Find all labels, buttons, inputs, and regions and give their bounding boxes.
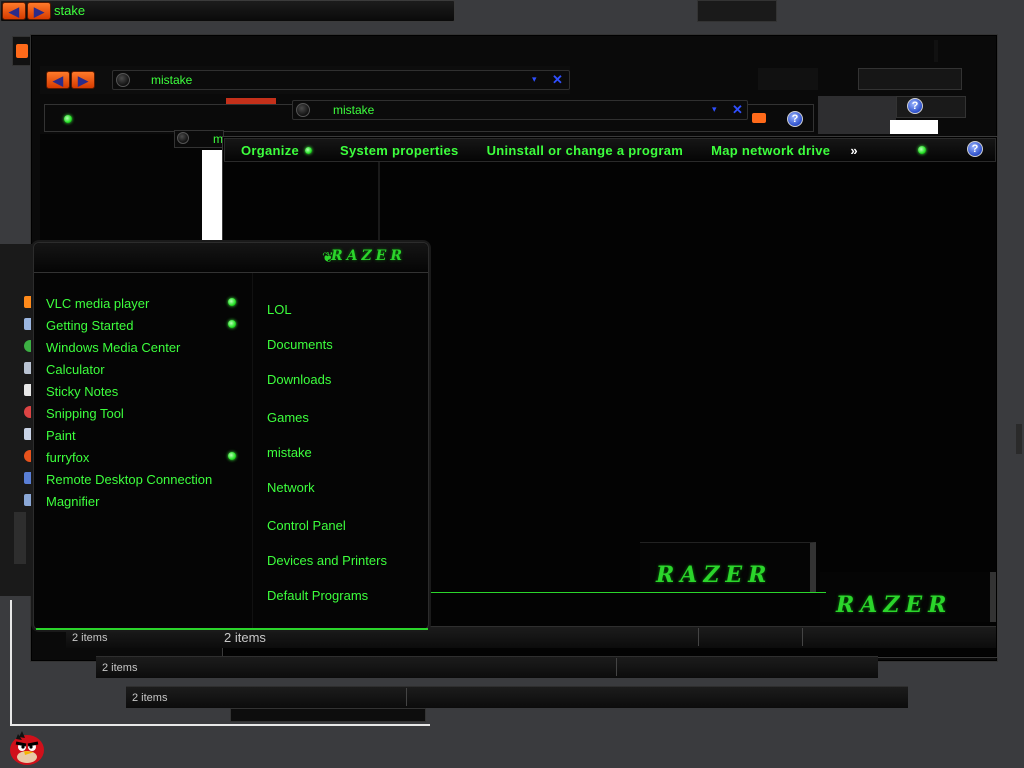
jumplist-arrow-icon[interactable] xyxy=(228,298,236,306)
organize-button[interactable]: Organize xyxy=(241,143,299,158)
razer-logo-2: RAZER xyxy=(836,592,953,618)
item-count: 2 items xyxy=(132,692,168,704)
address-orb-icon xyxy=(177,132,189,144)
status-bar-front-sep2 xyxy=(802,628,803,646)
forward-icon[interactable]: ▶ xyxy=(71,71,95,89)
back-window-title: stake xyxy=(54,3,86,18)
place-lol[interactable]: LOL xyxy=(267,302,292,317)
status-bar-middle-sep xyxy=(616,658,617,676)
program-magnifier[interactable]: Magnifier xyxy=(46,494,99,509)
program-calculator[interactable]: Calculator xyxy=(46,362,105,377)
jumplist-arrow-icon[interactable] xyxy=(228,452,236,460)
dropdown-icon[interactable]: ▾ xyxy=(532,74,537,85)
status-bar-middle: 2 items xyxy=(96,656,878,678)
start-menu-header: RAZER ❦ xyxy=(34,243,428,273)
start-orb-angry-bird-icon[interactable] xyxy=(4,726,50,768)
place-mistake[interactable]: mistake xyxy=(267,445,312,460)
program-furryfox[interactable]: furryfox xyxy=(46,450,89,465)
back-window-nav: ◀ ▶ xyxy=(2,2,51,20)
place-default-programs[interactable]: Default Programs xyxy=(267,588,368,603)
middle-address-bar[interactable]: mistake xyxy=(112,70,570,90)
help-icon[interactable]: ? xyxy=(907,98,923,114)
place-network[interactable]: Network xyxy=(267,480,315,495)
front-address-bar[interactable]: mistake xyxy=(292,100,748,120)
forward-icon[interactable]: ▶ xyxy=(27,2,51,20)
back-window-titlebar-right xyxy=(697,0,777,22)
command-bar: Organize System properties Uninstall or … xyxy=(224,138,996,162)
razer-logo-header: RAZER xyxy=(330,248,406,264)
status-bar-back-sep xyxy=(406,688,407,706)
jumplist-arrow-icon[interactable] xyxy=(228,320,236,328)
program-remote-desktop[interactable]: Remote Desktop Connection xyxy=(46,472,212,487)
item-count: 2 items xyxy=(72,632,108,644)
right-toolbar-block-3 xyxy=(818,96,896,134)
help-icon[interactable]: ? xyxy=(967,141,983,157)
place-devices-printers[interactable]: Devices and Printers xyxy=(267,553,387,568)
status-bar-back: 2 items xyxy=(126,686,908,708)
close-icon[interactable]: ✕ xyxy=(552,72,563,88)
program-paint[interactable]: Paint xyxy=(46,428,76,443)
middle-window-nav: ◀ ▶ xyxy=(46,71,95,89)
start-menu-divider xyxy=(252,273,253,629)
navigation-pane xyxy=(40,134,224,244)
right-toolbar-block xyxy=(758,68,818,90)
cmdbar-dot-icon xyxy=(918,146,926,154)
address-orb-icon xyxy=(116,73,130,87)
map-network-drive-button[interactable]: Map network drive xyxy=(711,143,830,158)
razer-snake-icon: ❦ xyxy=(322,249,334,265)
back-icon[interactable]: ◀ xyxy=(46,71,70,89)
start-menu-green-underline xyxy=(36,628,428,630)
help-icon[interactable]: ? xyxy=(787,111,803,127)
top-right-mark xyxy=(934,40,938,62)
program-vlc[interactable]: VLC media player xyxy=(46,296,149,311)
place-downloads[interactable]: Downloads xyxy=(267,372,331,387)
program-snipping-tool[interactable]: Snipping Tool xyxy=(46,406,124,421)
item-count: 2 items xyxy=(102,662,138,674)
white-strip xyxy=(890,120,938,134)
system-properties-button[interactable]: System properties xyxy=(340,143,459,158)
white-frame-line-bottom xyxy=(10,724,430,726)
razer-logo-1: RAZER xyxy=(656,562,773,588)
organize-dropdown-icon[interactable] xyxy=(305,146,313,154)
orange-folder-icon xyxy=(752,113,766,123)
scrollbar-white[interactable] xyxy=(202,150,222,242)
back-icon[interactable]: ◀ xyxy=(2,2,26,20)
place-documents[interactable]: Documents xyxy=(267,337,333,352)
front-window-title: mistake xyxy=(333,103,375,117)
toolbar-dot-icon xyxy=(64,115,72,123)
white-frame-line xyxy=(10,600,12,726)
uninstall-program-button[interactable]: Uninstall or change a program xyxy=(487,143,684,158)
left-panel-handle xyxy=(14,512,26,564)
program-sticky-notes[interactable]: Sticky Notes xyxy=(46,384,118,399)
start-menu: RAZER ❦ VLC media player Getting Started… xyxy=(33,242,429,630)
right-edge-handle xyxy=(1016,424,1022,454)
address-orb-icon xyxy=(296,103,310,117)
red-tab-stub xyxy=(226,98,276,104)
place-control-panel[interactable]: Control Panel xyxy=(267,518,346,533)
bottom-strip xyxy=(230,708,426,722)
status-bar-front-sep xyxy=(698,628,699,646)
partial-tab: m xyxy=(174,130,224,148)
dropdown-icon[interactable]: ▾ xyxy=(712,104,717,115)
right-toolbar-block-2 xyxy=(858,68,962,90)
content-divider xyxy=(378,162,380,242)
overflow-chevron-icon[interactable]: » xyxy=(850,143,858,158)
close-icon[interactable]: ✕ xyxy=(732,102,743,118)
program-getting-started[interactable]: Getting Started xyxy=(46,318,133,333)
program-media-center[interactable]: Windows Media Center xyxy=(46,340,180,355)
item-count: 2 items xyxy=(224,630,266,645)
place-games[interactable]: Games xyxy=(267,410,309,425)
middle-window-title: mistake xyxy=(151,73,193,87)
